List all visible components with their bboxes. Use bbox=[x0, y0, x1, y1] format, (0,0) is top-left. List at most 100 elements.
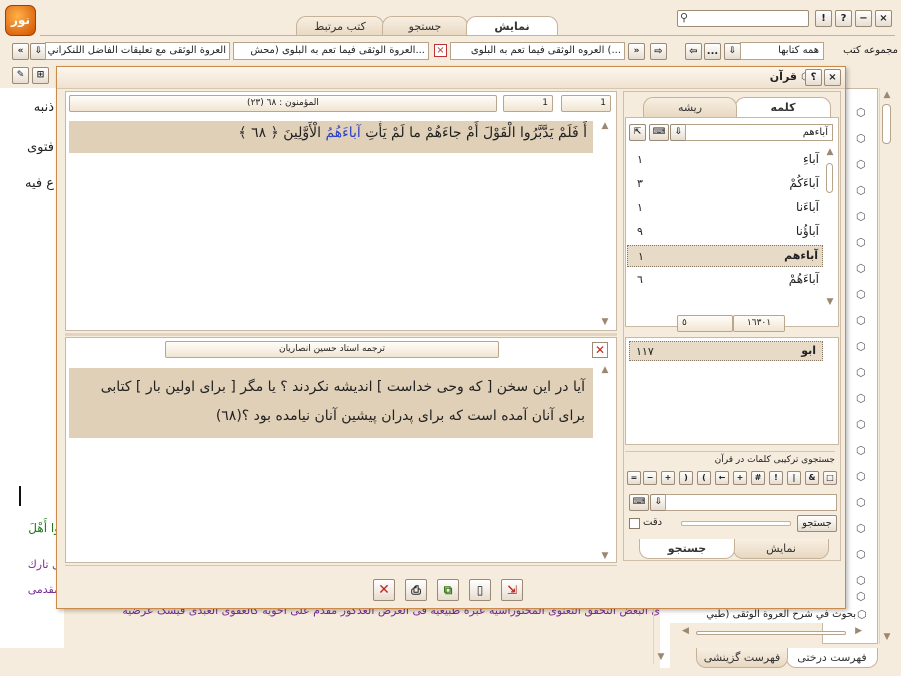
op-button[interactable]: ! bbox=[769, 471, 783, 485]
word-list-scrollbar[interactable]: ▲ ▼ bbox=[823, 147, 837, 307]
keyboard-icon[interactable]: ⌨ bbox=[649, 124, 669, 141]
bg-text: ع فيه bbox=[25, 176, 54, 191]
page-field-b[interactable]: 1 bbox=[503, 95, 553, 112]
bg-scrollbar[interactable]: ▼ bbox=[653, 608, 667, 664]
forward-icon[interactable]: ⇨ bbox=[650, 43, 667, 60]
list-item[interactable]: آباءِ ١ bbox=[627, 149, 823, 171]
op-button[interactable]: | bbox=[787, 471, 801, 485]
op-button[interactable]: − bbox=[643, 471, 657, 485]
tab-strip-line bbox=[40, 35, 895, 36]
insert-icon[interactable]: ⇲ bbox=[501, 579, 523, 601]
op-button[interactable]: ( bbox=[697, 471, 711, 485]
go-icon[interactable]: ⇱ bbox=[629, 124, 646, 141]
root-list-item[interactable]: ابو ١١٧ bbox=[629, 341, 823, 361]
precision-label: دقت bbox=[643, 517, 663, 528]
tree-item[interactable]: بحوث في شرح العروة الوثقى (طبي bbox=[666, 607, 856, 623]
sura-field[interactable]: (٢٣) المؤمنون : ٦٨ bbox=[69, 95, 497, 112]
count-value: ٥ bbox=[682, 318, 687, 328]
quran-dialog-title: قرآن bbox=[769, 70, 797, 83]
op-button[interactable]: ) bbox=[679, 471, 693, 485]
combo-search-input[interactable] bbox=[665, 494, 837, 511]
search-icon: ⚲ bbox=[680, 11, 689, 24]
tree-hscroll[interactable]: ◀ ▶ bbox=[682, 626, 862, 639]
tab-related-books[interactable]: کتب مرتبط bbox=[296, 16, 384, 36]
close-icon[interactable]: × bbox=[875, 10, 892, 27]
tab-select-index[interactable]: فهرست گزينشی bbox=[696, 648, 788, 668]
doc-tab-2[interactable]: العروة الوثقی فيما تعم به البلوی (محش... bbox=[233, 42, 429, 60]
global-search-input[interactable]: ⚲ bbox=[677, 10, 809, 27]
tab-display[interactable]: نمايش bbox=[466, 16, 558, 36]
book-icon: ⬡ bbox=[856, 590, 866, 603]
view-icon[interactable]: ⊞ bbox=[32, 67, 49, 84]
scroll-left-icon[interactable]: « bbox=[12, 43, 29, 60]
op-button[interactable]: # bbox=[751, 471, 765, 485]
book-group-select[interactable]: همه کتابها bbox=[740, 42, 824, 60]
note-icon[interactable]: ▯ bbox=[469, 579, 491, 601]
splitter[interactable] bbox=[65, 333, 617, 336]
precision-checkbox[interactable] bbox=[629, 518, 640, 529]
precision-slider[interactable] bbox=[681, 521, 791, 526]
tab-root[interactable]: ريشه bbox=[643, 97, 737, 117]
tab-search[interactable]: جستجو bbox=[382, 16, 468, 36]
quran-dialog-titlebar[interactable] bbox=[57, 67, 845, 89]
doc-tab-label: العروه الوثقی فيما تعم به البلوی (... bbox=[470, 45, 621, 56]
minimize-icon[interactable]: − bbox=[855, 10, 872, 27]
doc-tab-3[interactable]: العروة الوثقی مع تعليقات الفاضل اللنكران… bbox=[45, 42, 230, 60]
op-button[interactable]: ← bbox=[715, 471, 729, 485]
cancel-icon[interactable]: ✕ bbox=[373, 579, 395, 601]
page-value: 1 bbox=[542, 98, 548, 108]
back-icon[interactable]: ⇦ bbox=[685, 43, 702, 60]
dropdown-arrow-icon[interactable]: ⇩ bbox=[724, 43, 741, 60]
close-glyph: × bbox=[828, 72, 837, 83]
op-label: = bbox=[630, 473, 638, 482]
verse-scrollbar[interactable]: ▲ ▼ bbox=[598, 121, 612, 327]
list-item[interactable]: آباءَكُمْ ٣ bbox=[627, 173, 823, 195]
doc-tab-1[interactable]: العروه الوثقی فيما تعم به البلوی (... bbox=[450, 42, 625, 60]
op-label: + bbox=[736, 473, 744, 482]
list-item[interactable]: آباءَهُمْ ٦ bbox=[627, 269, 823, 291]
op-label: ( bbox=[702, 473, 706, 482]
tree-item-label: بحوث في شرح العروة الوثقى (طبي bbox=[706, 609, 856, 620]
op-label: ← bbox=[718, 473, 726, 482]
tab-tree-index[interactable]: فهرست درختی bbox=[786, 648, 878, 668]
list-item-selected[interactable]: آباءهم ١ bbox=[627, 245, 823, 267]
op-button[interactable]: + bbox=[733, 471, 747, 485]
op-button[interactable]: □ bbox=[823, 471, 837, 485]
doc-tab-close-icon[interactable]: × bbox=[434, 44, 447, 57]
book-icon: ⬡ bbox=[856, 418, 866, 431]
settings-icon[interactable]: ✎ bbox=[12, 67, 29, 84]
translation-scrollbar[interactable]: ▲ ▼ bbox=[598, 365, 612, 561]
dialog-toolbar bbox=[65, 565, 617, 605]
tab-panel-display[interactable]: نمايش bbox=[733, 539, 829, 559]
list-item[interactable]: آباءَنا ١ bbox=[627, 197, 823, 219]
op-button[interactable]: + bbox=[661, 471, 675, 485]
quran-close-icon[interactable]: × bbox=[824, 69, 841, 86]
app-logo[interactable]: نور bbox=[5, 5, 36, 36]
bg-text-purple: مقدمی bbox=[27, 583, 60, 596]
list-item[interactable]: آباؤُنا ٩ bbox=[627, 221, 823, 243]
quran-help-icon[interactable]: ؟ bbox=[805, 69, 822, 86]
copy-icon[interactable]: ⧉ bbox=[437, 579, 459, 601]
tab-label: کتب مرتبط bbox=[314, 20, 366, 33]
translator-field[interactable]: ترجمه استاد حسين انصاريان bbox=[165, 341, 499, 358]
translation-close-icon[interactable]: ✕ bbox=[592, 342, 608, 358]
print-icon[interactable]: ⎙ bbox=[405, 579, 427, 601]
scroll-right-icon[interactable]: » bbox=[628, 43, 645, 60]
op-button[interactable]: = bbox=[627, 471, 641, 485]
combo-search-button[interactable]: جستجو bbox=[797, 515, 837, 532]
doc-tab-label: العروة الوثقی مع تعليقات الفاضل اللنكران… bbox=[47, 45, 226, 56]
word-search-input[interactable]: آباءهم bbox=[685, 124, 833, 141]
bg-text: ذنبه bbox=[33, 100, 54, 115]
help-icon[interactable]: ! bbox=[815, 10, 832, 27]
question-icon[interactable]: ? bbox=[835, 10, 852, 27]
more-button[interactable]: ... bbox=[704, 43, 721, 60]
combo-keyboard-icon[interactable]: ⌨ bbox=[629, 494, 649, 511]
tree-scrollbar[interactable]: ▲ ▼ bbox=[879, 88, 893, 644]
page-field-a[interactable]: 1 bbox=[561, 95, 611, 112]
doc-tab-label: العروة الوثقی فيما تعم به البلوی (محش... bbox=[250, 45, 425, 56]
tab-word[interactable]: كلمه bbox=[735, 97, 831, 117]
verse-highlight[interactable]: آباءَهُمُ bbox=[325, 125, 360, 141]
op-button[interactable]: & bbox=[805, 471, 819, 485]
tab-label: نمايش bbox=[766, 542, 796, 555]
tab-panel-search[interactable]: جستجو bbox=[639, 539, 735, 559]
